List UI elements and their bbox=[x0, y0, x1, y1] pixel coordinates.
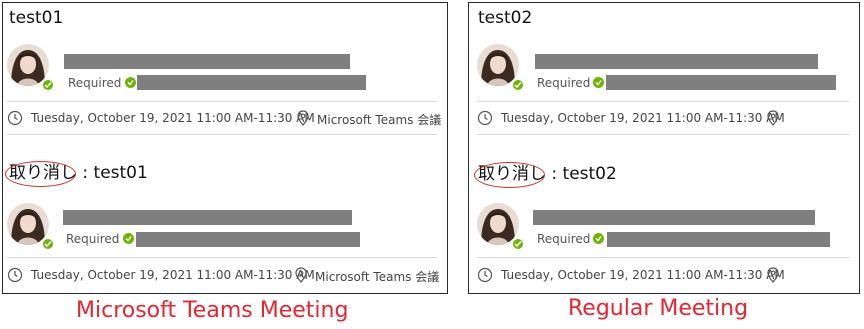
redacted-attendee bbox=[606, 75, 836, 90]
meeting-datetime: Tuesday, October 19, 2021 11:00 AM-11:30… bbox=[31, 268, 315, 282]
accepted-check-icon bbox=[123, 233, 134, 244]
teams-meeting-panel: test01 Required Tuesday, October 19, 202… bbox=[2, 2, 448, 294]
redacted-attendee bbox=[136, 232, 360, 247]
location-pin-icon bbox=[297, 110, 309, 126]
regular-meeting-panel: test02 Required Tuesday, October 19, 202… bbox=[468, 2, 860, 294]
highlight-circle bbox=[474, 162, 545, 188]
meeting-title: test02 bbox=[478, 7, 532, 29]
clock-icon bbox=[7, 110, 23, 126]
meeting-title: test01 bbox=[9, 7, 63, 29]
meeting-location: Microsoft Teams 会議 bbox=[317, 113, 442, 127]
left-caption: Microsoft Teams Meeting bbox=[76, 298, 349, 323]
divider bbox=[477, 101, 849, 102]
available-check-icon bbox=[41, 237, 55, 251]
redacted-organizer bbox=[533, 210, 815, 225]
divider bbox=[477, 257, 849, 258]
meeting-card[interactable]: 取り消し : test02 Required Tuesday, October … bbox=[469, 157, 859, 302]
meeting-meta: Tuesday, October 19, 2021 11:00 AM-11:30… bbox=[7, 267, 439, 285]
available-check-icon bbox=[41, 78, 55, 92]
accepted-check-icon bbox=[125, 77, 136, 88]
meeting-card[interactable]: test02 Required Tuesday, October 19, 202… bbox=[469, 3, 859, 148]
attendee-status: Required bbox=[68, 76, 122, 90]
redacted-organizer bbox=[535, 54, 818, 69]
redacted-attendee bbox=[607, 232, 830, 247]
attendee-status: Required bbox=[66, 232, 120, 246]
meeting-datetime: Tuesday, October 19, 2021 11:00 AM-11:30… bbox=[501, 268, 785, 282]
location-pin-icon bbox=[767, 267, 779, 283]
meeting-title-text: : test02 bbox=[551, 164, 617, 184]
meeting-meta: Tuesday, October 19, 2021 11:00 AM-11:30… bbox=[7, 110, 442, 128]
attendee-status: Required bbox=[537, 232, 591, 246]
highlight-circle bbox=[5, 161, 76, 187]
cancelled-prefix: 取り消し bbox=[5, 161, 82, 187]
redacted-organizer bbox=[64, 54, 350, 69]
attendee-status: Required bbox=[537, 76, 591, 90]
meeting-card[interactable]: test01 Required Tuesday, October 19, 202… bbox=[3, 3, 447, 148]
available-check-icon bbox=[511, 237, 525, 251]
meeting-datetime: Tuesday, October 19, 2021 11:00 AM-11:30… bbox=[31, 111, 315, 125]
meeting-title: 取り消し : test01 bbox=[5, 161, 148, 187]
redacted-organizer bbox=[63, 210, 352, 225]
meeting-meta: Tuesday, October 19, 2021 11:00 AM-11:30… bbox=[477, 110, 851, 128]
accepted-check-icon bbox=[593, 77, 604, 88]
divider bbox=[7, 134, 437, 135]
meeting-title-text: test02 bbox=[478, 8, 533, 28]
clock-icon bbox=[477, 267, 493, 283]
meeting-meta: Tuesday, October 19, 2021 11:00 AM-11:30… bbox=[477, 267, 851, 285]
location-pin-icon bbox=[295, 267, 307, 283]
divider bbox=[7, 101, 437, 102]
meeting-title-text: : test01 bbox=[82, 163, 148, 183]
divider bbox=[477, 134, 849, 135]
available-check-icon bbox=[511, 78, 525, 92]
location-pin-icon bbox=[767, 110, 779, 126]
right-caption: Regular Meeting bbox=[568, 296, 749, 321]
meeting-title: 取り消し : test02 bbox=[474, 162, 617, 188]
redacted-attendee bbox=[137, 75, 366, 90]
cancelled-prefix: 取り消し bbox=[474, 162, 551, 188]
meeting-datetime: Tuesday, October 19, 2021 11:00 AM-11:30… bbox=[501, 111, 785, 125]
meeting-location: Microsoft Teams 会議 bbox=[315, 270, 440, 284]
clock-icon bbox=[7, 267, 23, 283]
meeting-card[interactable]: 取り消し : test01 Required Tuesday, October … bbox=[3, 157, 447, 302]
meeting-title-text: test01 bbox=[9, 8, 64, 28]
divider bbox=[7, 257, 437, 258]
accepted-check-icon bbox=[593, 233, 604, 244]
clock-icon bbox=[477, 110, 493, 126]
